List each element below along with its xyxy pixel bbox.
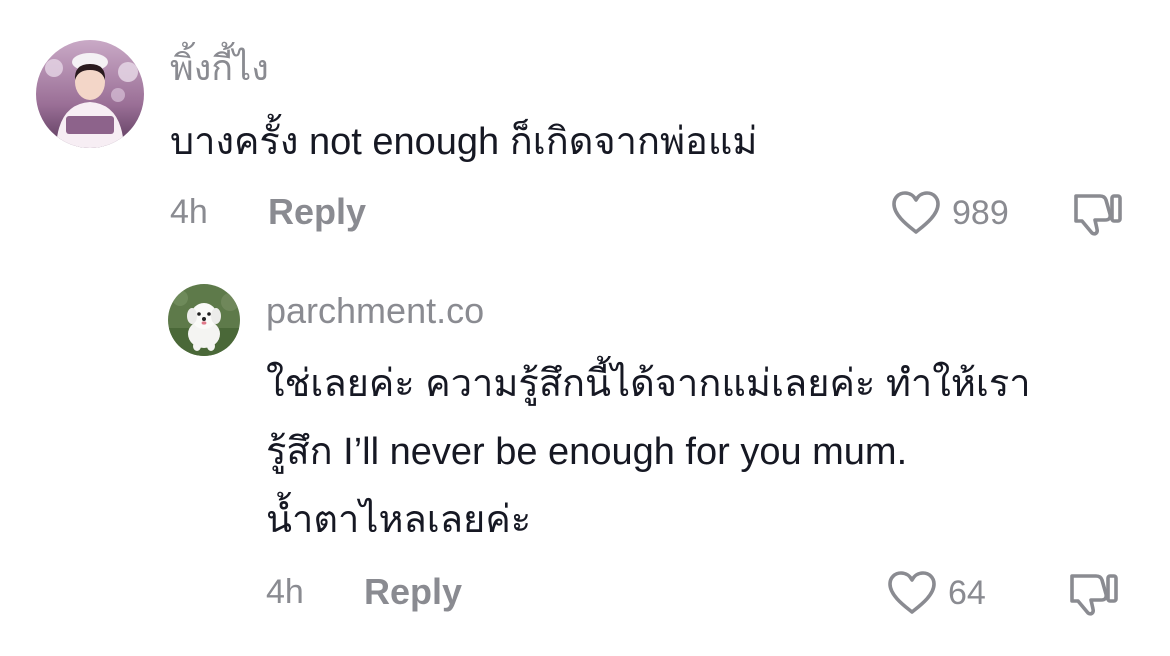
heart-outline-icon bbox=[892, 191, 940, 234]
thumbs-down-outline-icon bbox=[1074, 194, 1122, 236]
like-count: 64 bbox=[948, 574, 986, 612]
dislike-button[interactable] bbox=[1066, 568, 1120, 623]
like-count: 989 bbox=[952, 194, 1009, 232]
comment-text-line: น้ำตาไหลเลยค่ะ bbox=[266, 499, 532, 541]
like-button[interactable]: 64 bbox=[886, 570, 986, 616]
heart-outline-icon bbox=[888, 571, 936, 614]
comment-time: 4h bbox=[170, 193, 208, 231]
comment-username[interactable]: พิ้งกี้ไง bbox=[170, 47, 269, 89]
dislike-button[interactable] bbox=[1070, 188, 1124, 243]
comment-text-line: รู้สึก I’ll never be enough for you mum. bbox=[266, 431, 908, 473]
like-button[interactable]: 989 bbox=[890, 190, 1009, 236]
comment-1: พิ้งกี้ไง บางครั้ง not enough ก็เกิดจากพ… bbox=[0, 0, 1170, 250]
comment-text-line: บางครั้ง not enough ก็เกิดจากพ่อแม่ bbox=[170, 121, 758, 163]
comment-text: บางครั้ง not enough ก็เกิดจากพ่อแม่ bbox=[170, 108, 757, 176]
avatar-photo bbox=[168, 284, 240, 356]
comment-time: 4h bbox=[266, 573, 304, 611]
comment-username[interactable]: parchment.co bbox=[266, 290, 484, 332]
avatar[interactable] bbox=[36, 40, 144, 148]
avatar-photo bbox=[36, 40, 144, 148]
thumbs-down-outline-icon bbox=[1070, 574, 1118, 616]
reply-button[interactable]: Reply bbox=[364, 572, 462, 612]
avatar[interactable] bbox=[168, 284, 240, 356]
reply-button[interactable]: Reply bbox=[268, 192, 366, 232]
comment-text-line: ใช่เลยค่ะ ความรู้สึกนี้ได้จากแม่เลยค่ะ ท… bbox=[266, 363, 1031, 405]
comment-text: ใช่เลยค่ะ ความรู้สึกนี้ได้จากแม่เลยค่ะ ท… bbox=[266, 350, 1031, 554]
comment-2: parchment.co ใช่เลยค่ะ ความรู้สึกนี้ได้จ… bbox=[0, 270, 1170, 656]
